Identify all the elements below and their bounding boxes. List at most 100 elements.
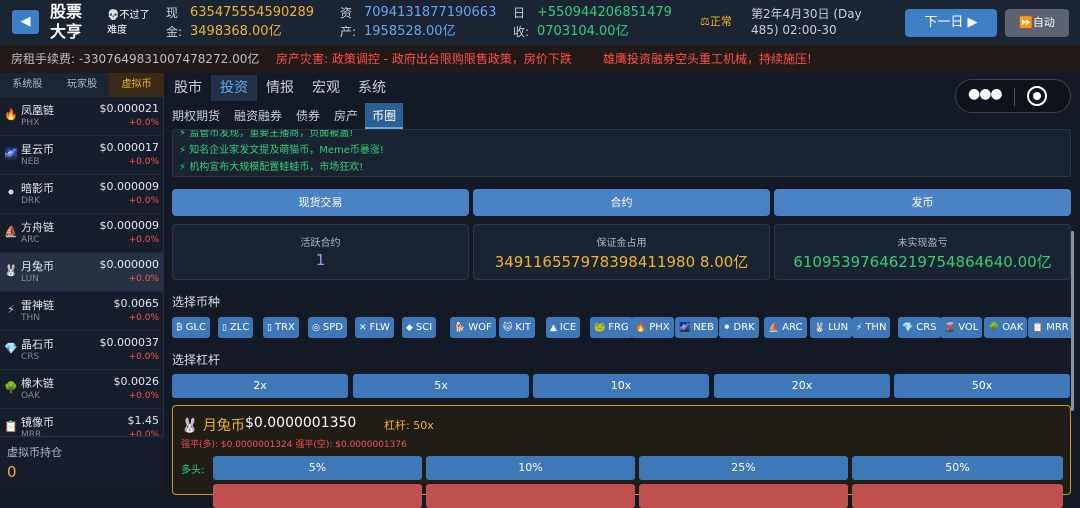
coin-icon: 🌳	[4, 381, 18, 394]
crypto-news-box: ⚡ 监管币发现，重要主播商，负面被蛊! ⚡ 知名企业家发文提及萌猫币，Meme币…	[172, 129, 1071, 177]
coin-chip-icon: ◆	[406, 323, 413, 333]
coin-change: +0.0%	[128, 313, 159, 323]
leverage-50x-button[interactable]: 50x	[894, 374, 1070, 398]
select-leverage-label: 选择杠杆	[172, 353, 221, 367]
coin-row-thn[interactable]: ⚡ 雷神链 THN $0.0065 +0.0%	[0, 292, 164, 331]
coin-symbol: NEB	[21, 157, 40, 167]
more-icon[interactable]: ●●●	[968, 86, 1003, 102]
long-50pct-button[interactable]: 50%	[852, 456, 1063, 480]
coin-chip-lun[interactable]: 🐰 LUN	[810, 317, 853, 338]
coin-chip-label: GLC	[185, 322, 206, 333]
coin-chip-wof[interactable]: 🐕 WOF	[450, 317, 496, 338]
coin-chip-arc[interactable]: ⛵ ARC	[764, 317, 807, 338]
tab-stocks[interactable]: 股市	[165, 75, 211, 101]
ticker-news-1: 房产灾害: 政策调控 - 政府出台限购限售政策，房价下跌	[276, 52, 572, 66]
coin-chip-icon: ✕	[359, 323, 367, 333]
coin-row-crs[interactable]: 💎 晶石币 CRS $0.000037 +0.0%	[0, 331, 164, 370]
sub-tabs: 期权期货 融资融券 债券 房产 币圈	[165, 103, 404, 129]
coin-chip-label: WOF	[468, 322, 492, 333]
subtab-realestate[interactable]: 房产	[327, 103, 365, 129]
leverage-2x-button[interactable]: 2x	[172, 374, 348, 398]
long-25pct-button[interactable]: 25%	[639, 456, 848, 480]
long-10pct-button[interactable]: 10%	[426, 456, 635, 480]
coin-chip-label: NEB	[693, 322, 714, 333]
coin-chip-thn[interactable]: ⚡ THN	[852, 317, 891, 338]
coin-chip-icon: ⚡	[856, 323, 863, 333]
coin-chip-vol[interactable]: 🌋 VOL	[940, 317, 983, 338]
coin-chip-glc[interactable]: ₿ GLC	[172, 317, 210, 338]
tab-intel[interactable]: 情报	[257, 75, 303, 101]
coin-row-mrr[interactable]: 📋 镜像币 MRR $1.45 +0.0%	[0, 409, 164, 436]
subtab-options[interactable]: 期权期货	[165, 103, 227, 129]
coin-row-neb[interactable]: 🌌 星云币 NEB $0.000017 +0.0%	[0, 136, 164, 175]
subtab-margin[interactable]: 融资融券	[227, 103, 289, 129]
holdings-value: 0	[7, 463, 17, 481]
coin-symbol: PHX	[21, 118, 40, 128]
tab-macro[interactable]: 宏观	[303, 75, 349, 101]
coin-chip-trx[interactable]: ▯ TRX	[263, 317, 299, 338]
coin-icon: ⛵	[4, 225, 18, 238]
coin-name: 月兔币	[21, 260, 54, 273]
tab-system[interactable]: 系统	[349, 75, 395, 101]
coin-chip-label: FRG	[608, 322, 629, 333]
coin-chip-ice[interactable]: ▲ ICE	[546, 317, 581, 338]
coin-change: +0.0%	[128, 235, 159, 245]
stat-label: 未实现盈亏	[897, 238, 948, 249]
coin-chip-crs[interactable]: 💎 CRS	[898, 317, 941, 338]
subtab-bonds[interactable]: 债券	[289, 103, 327, 129]
coin-chip-kit[interactable]: 🐱 KIT	[499, 317, 536, 338]
coin-row-phx[interactable]: 🔥 凤凰链 PHX $0.000021 +0.0%	[0, 97, 164, 136]
assets-value-1: 7094131877190663	[364, 5, 497, 20]
tab-invest[interactable]: 投资	[211, 75, 257, 101]
coin-row-arc[interactable]: ⛵ 方舟链 ARC $0.000009 +0.0%	[0, 214, 164, 253]
coin-chip-label: OAK	[1002, 322, 1024, 333]
coin-chip-zlc[interactable]: ▯ ZLC	[218, 317, 254, 338]
coin-chip-neb[interactable]: 🌌 NEB	[675, 317, 718, 338]
coin-chip-frg[interactable]: 🐸 FRG	[590, 317, 633, 338]
leverage-5x-button[interactable]: 5x	[353, 374, 529, 398]
auto-button[interactable]: ⏩自动	[1005, 9, 1069, 37]
coin-chip-flw[interactable]: ✕ FLW	[355, 317, 394, 338]
coin-row-oak[interactable]: 🌳 橡木链 OAK $0.0026 +0.0%	[0, 370, 164, 409]
leverage-10x-button[interactable]: 10x	[533, 374, 709, 398]
coin-chip-phx[interactable]: 🔥 PHX	[631, 317, 674, 338]
long-label: 多头:	[181, 465, 205, 476]
coin-chip-drk[interactable]: ⚫ DRK	[719, 317, 759, 338]
coin-name: 星云币	[21, 143, 54, 156]
coin-name: 方舟链	[21, 221, 54, 234]
scrollbar[interactable]	[1071, 231, 1074, 411]
stat-label: 保证金占用	[596, 238, 647, 249]
issue-coin-button[interactable]: 发币	[774, 189, 1071, 216]
coin-chip-label: ICE	[559, 322, 577, 333]
spot-trade-button[interactable]: 现货交易	[172, 189, 469, 216]
income-value-1: +550944206851479	[537, 5, 672, 20]
long-5pct-button[interactable]: 5%	[213, 456, 422, 480]
coin-icon: ⚫	[6, 186, 16, 199]
next-day-button[interactable]: 下一日 ▶	[905, 9, 997, 37]
coin-chip-label: ZLC	[229, 322, 250, 333]
close-target-icon[interactable]	[1027, 86, 1047, 106]
coin-icon: 🐰	[4, 264, 18, 277]
app-title: 股票大亨	[50, 2, 83, 41]
coin-row-drk[interactable]: ⚫ 暗影币 DRK $0.000009 +0.0%	[0, 175, 164, 214]
coin-chip-label: FLW	[369, 322, 390, 333]
coin-chip-icon: 🐰	[814, 323, 826, 333]
coin-change: +0.0%	[128, 118, 159, 128]
coin-chip-icon: 🐱	[503, 323, 513, 333]
income-value-2: 0703104.00亿	[537, 24, 629, 39]
coin-chip-label: MRR	[1046, 322, 1069, 333]
coin-price: $0.0026	[113, 375, 160, 388]
coin-row-lun[interactable]: 🐰 月兔币 LUN $0.000000 +0.0%	[0, 253, 164, 292]
leverage-20x-button[interactable]: 20x	[714, 374, 890, 398]
coin-chip-oak[interactable]: 🌳 OAK	[984, 317, 1028, 338]
contract-button[interactable]: 合约	[473, 189, 770, 216]
stat-value: 1	[315, 251, 326, 269]
coin-chip-sci[interactable]: ◆ SCI	[402, 317, 437, 338]
margin-card: 保证金占用 349116557978398411980 8.00亿	[473, 224, 770, 280]
back-button[interactable]: ◀	[12, 10, 39, 34]
coin-chip-spd[interactable]: ◎ SPD	[308, 317, 347, 338]
subtab-crypto[interactable]: 币圈	[365, 103, 404, 129]
cash-label: 现金:	[166, 6, 183, 39]
coin-chip-mrr[interactable]: 📋 MRR	[1028, 317, 1073, 338]
sidebar: 系统股 玩家股 虚拟币 🔥 凤凰链 PHX $0.000021 +0.0% 🌌 星云币 NEB…	[0, 73, 165, 488]
